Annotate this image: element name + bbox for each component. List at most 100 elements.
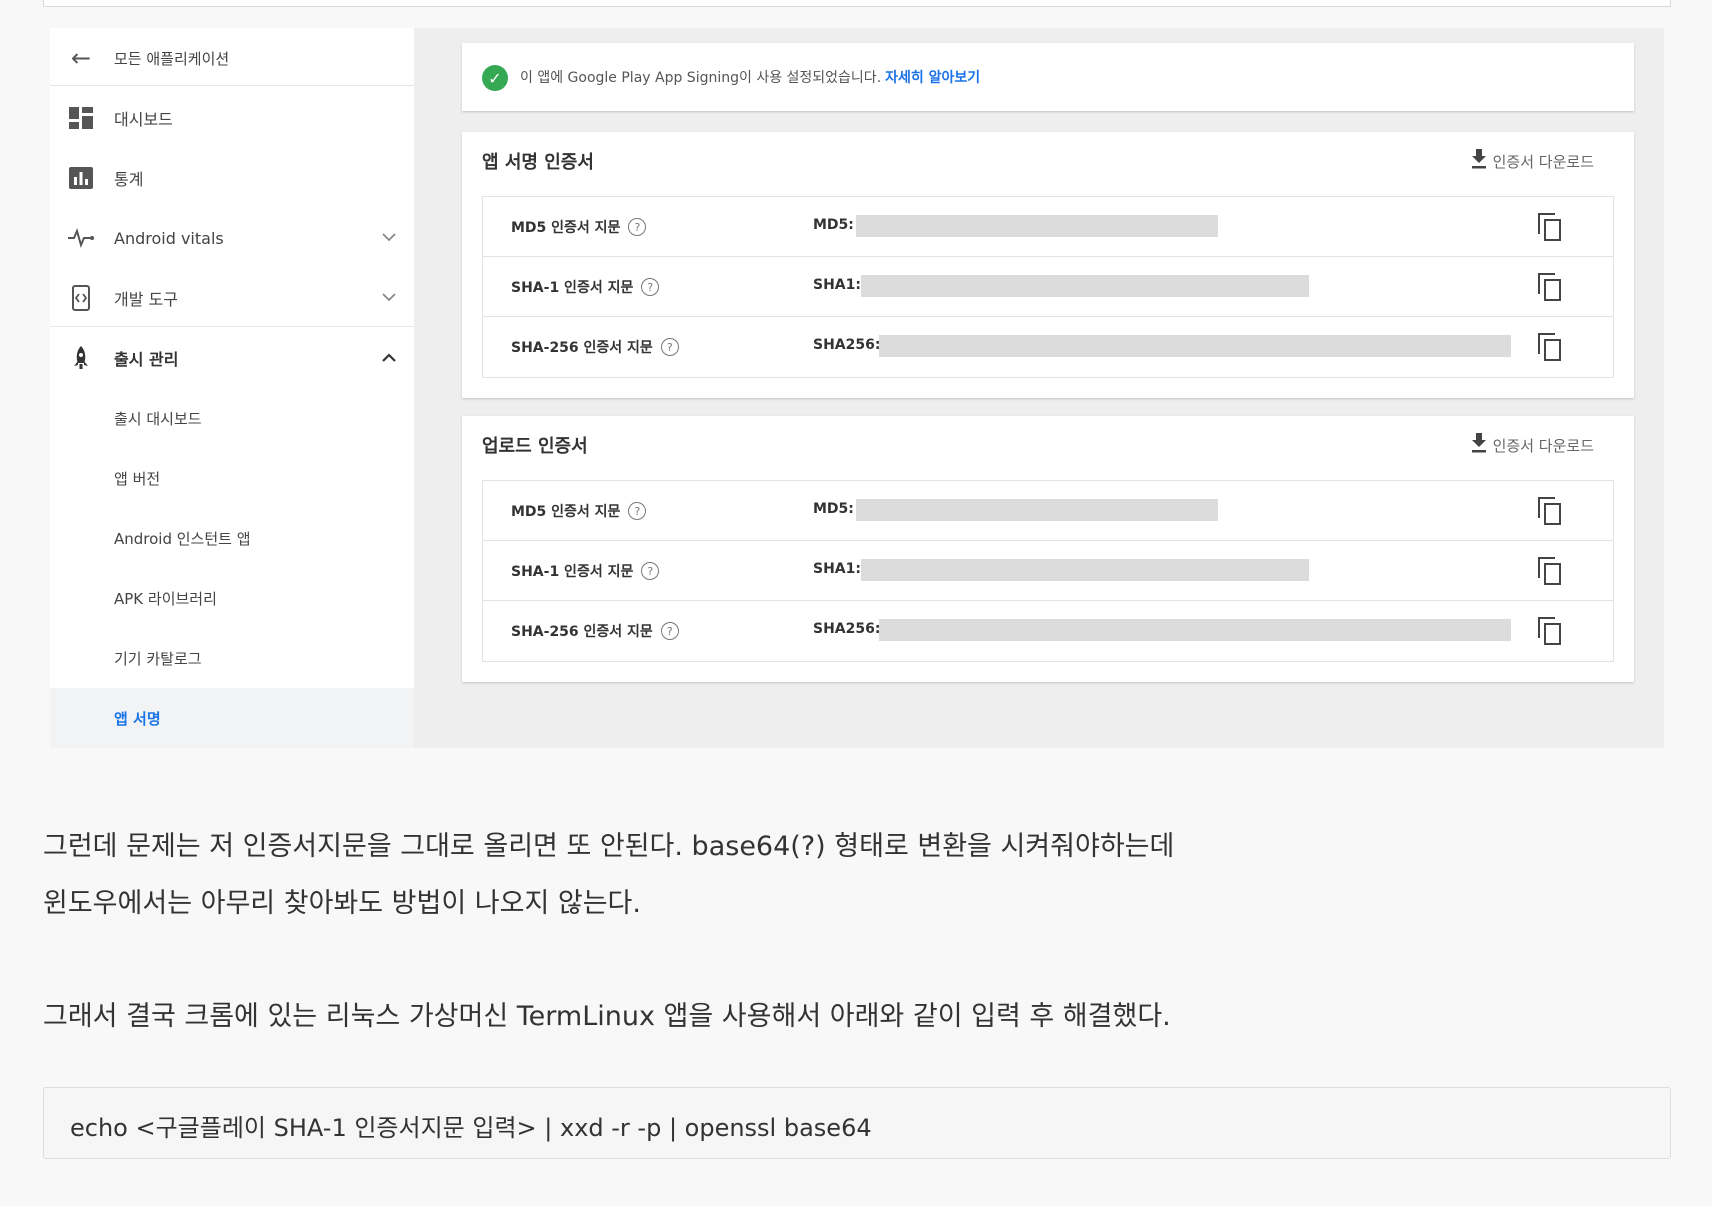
rocket-icon xyxy=(66,343,96,373)
download-cert-label: 인증서 다운로드 xyxy=(1492,437,1594,455)
article-paragraph-line: 그런데 문제는 저 인증서지문을 그대로 올리면 또 안된다. base64(?… xyxy=(43,831,1175,862)
help-icon[interactable]: ? xyxy=(660,622,679,640)
table-row: SHA-1 인증서 지문? SHA1: xyxy=(483,257,1613,317)
row-prefix: SHA1: xyxy=(813,561,861,577)
chevron-down-icon xyxy=(382,290,396,306)
main-content: ✓ 이 앱에 Google Play App Signing이 사용 설정되었습… xyxy=(422,28,1664,748)
row-label: SHA-256 인증서 지문? xyxy=(511,621,679,641)
notice-message: 이 앱에 Google Play App Signing이 사용 설정되었습니다… xyxy=(520,70,882,86)
table-row: SHA-256 인증서 지문? SHA256: xyxy=(483,601,1613,661)
article-paragraph-line: 윈도우에서는 아무리 찾아봐도 방법이 나오지 않는다. xyxy=(43,888,641,919)
row-label-text: SHA-1 인증서 지문 xyxy=(511,280,634,296)
sidebar-subitem-app-signing[interactable]: 앱 서명 xyxy=(50,688,414,748)
cert-fingerprint-table: MD5 인증서 지문? MD5: SHA-1 인증서 지문? SHA1: SHA… xyxy=(482,196,1614,378)
cert-fingerprint-table: MD5 인증서 지문? MD5: SHA-1 인증서 지문? SHA1: SHA… xyxy=(482,480,1614,662)
sidebar-subitem-label: 출시 대시보드 xyxy=(114,409,202,428)
download-cert-button[interactable]: 인증서 다운로드 xyxy=(1471,433,1594,458)
row-label-text: MD5 인증서 지문 xyxy=(511,504,621,520)
row-label-text: MD5 인증서 지문 xyxy=(511,220,621,236)
download-icon xyxy=(1471,433,1487,458)
sidebar-subitem-device-catalog[interactable]: 기기 카탈로그 xyxy=(50,628,414,688)
chevron-down-icon xyxy=(382,230,396,246)
sidebar-divider-bar xyxy=(414,28,422,748)
app-signing-cert-card: 앱 서명 인증서 인증서 다운로드 MD5 인증서 지문? MD5: SHA-1… xyxy=(462,132,1634,398)
row-label-text: SHA-1 인증서 지문 xyxy=(511,564,634,580)
sidebar-back-all-apps[interactable]: ← 모든 애플리케이션 xyxy=(50,28,414,88)
check-circle-icon: ✓ xyxy=(482,65,508,91)
sidebar-item-android-vitals[interactable]: Android vitals xyxy=(50,208,414,268)
redacted-value xyxy=(879,335,1511,357)
copy-icon[interactable] xyxy=(1538,617,1564,645)
chevron-up-icon xyxy=(382,350,396,366)
row-label-text: SHA-256 인증서 지문 xyxy=(511,624,653,640)
row-label: MD5 인증서 지문? xyxy=(511,501,647,521)
row-prefix: SHA1: xyxy=(813,277,861,293)
sidebar-subitem-apk-library[interactable]: APK 라이브러리 xyxy=(50,568,414,628)
sidebar-subitem-app-versions[interactable]: 앱 버전 xyxy=(50,448,414,508)
sidebar-item-release-management[interactable]: 출시 관리 xyxy=(50,328,414,388)
row-label: SHA-256 인증서 지문? xyxy=(511,337,679,357)
row-label: SHA-1 인증서 지문? xyxy=(511,561,660,581)
table-row: SHA-256 인증서 지문? SHA256: xyxy=(483,317,1613,377)
sidebar-item-dev-tools[interactable]: 개발 도구 xyxy=(50,268,414,328)
copy-icon[interactable] xyxy=(1538,213,1564,241)
card-title: 앱 서명 인증서 xyxy=(482,152,594,173)
copy-icon[interactable] xyxy=(1538,333,1564,361)
row-prefix: SHA256: xyxy=(813,621,881,637)
bar-chart-icon xyxy=(66,163,96,193)
code-command: echo <구글플레이 SHA-1 인증서지문 입력> | xxd -r -p … xyxy=(70,1114,872,1142)
help-icon[interactable]: ? xyxy=(641,278,660,296)
row-label: SHA-1 인증서 지문? xyxy=(511,277,660,297)
sidebar: ← 모든 애플리케이션 대시보드 통계 Android vitals 개발 도구… xyxy=(50,28,414,748)
sidebar-item-label: 대시보드 xyxy=(114,110,173,129)
redacted-value xyxy=(856,215,1218,237)
sidebar-item-label: 개발 도구 xyxy=(114,290,178,309)
card-title: 업로드 인증서 xyxy=(482,436,588,457)
copy-icon[interactable] xyxy=(1538,273,1564,301)
sidebar-divider xyxy=(50,85,414,86)
sidebar-item-statistics[interactable]: 통계 xyxy=(50,148,414,208)
sidebar-subitem-label: 기기 카탈로그 xyxy=(114,649,202,668)
redacted-value xyxy=(856,499,1218,521)
sidebar-subitem-instant-apps[interactable]: Android 인스턴트 앱 xyxy=(50,508,414,568)
row-prefix: MD5: xyxy=(813,501,854,517)
table-row: SHA-1 인증서 지문? SHA1: xyxy=(483,541,1613,601)
code-block: echo <구글플레이 SHA-1 인증서지문 입력> | xxd -r -p … xyxy=(43,1087,1671,1159)
sidebar-subitem-label: 앱 버전 xyxy=(114,469,161,488)
sidebar-subitem-label: Android 인스턴트 앱 xyxy=(114,529,251,548)
learn-more-link[interactable]: 자세히 알아보기 xyxy=(885,70,980,86)
sidebar-subitem-label: 앱 서명 xyxy=(114,709,161,728)
signing-enabled-notice: ✓ 이 앱에 Google Play App Signing이 사용 설정되었습… xyxy=(462,43,1634,111)
redacted-value xyxy=(861,275,1309,297)
dev-tools-icon xyxy=(66,283,96,313)
upload-cert-card: 업로드 인증서 인증서 다운로드 MD5 인증서 지문? MD5: SHA-1 … xyxy=(462,416,1634,682)
sidebar-back-label: 모든 애플리케이션 xyxy=(114,49,230,68)
article-top-frame xyxy=(43,0,1671,7)
help-icon[interactable]: ? xyxy=(641,562,660,580)
row-label: MD5 인증서 지문? xyxy=(511,217,647,237)
redacted-value xyxy=(879,619,1511,641)
redacted-value xyxy=(861,559,1309,581)
sidebar-item-label: 통계 xyxy=(114,170,144,189)
copy-icon[interactable] xyxy=(1538,557,1564,585)
help-icon[interactable]: ? xyxy=(628,502,647,520)
sidebar-item-dashboard[interactable]: 대시보드 xyxy=(50,88,414,148)
copy-icon[interactable] xyxy=(1538,497,1564,525)
article-paragraph: 그래서 결국 크롬에 있는 리눅스 가상머신 TermLinux 앱을 사용해서… xyxy=(43,1001,1171,1032)
help-icon[interactable]: ? xyxy=(628,218,647,236)
sidebar-subitem-label: APK 라이브러리 xyxy=(114,589,217,608)
row-prefix: MD5: xyxy=(813,217,854,233)
download-cert-label: 인증서 다운로드 xyxy=(1492,153,1594,171)
table-row: MD5 인증서 지문? MD5: xyxy=(483,481,1613,541)
row-label-text: SHA-256 인증서 지문 xyxy=(511,340,653,356)
dashboard-icon xyxy=(66,103,96,133)
sidebar-item-label: Android vitals xyxy=(114,228,224,248)
table-row: MD5 인증서 지문? MD5: xyxy=(483,197,1613,257)
row-prefix: SHA256: xyxy=(813,337,881,353)
sidebar-item-label: 출시 관리 xyxy=(114,350,179,369)
notice-text: 이 앱에 Google Play App Signing이 사용 설정되었습니다… xyxy=(520,67,980,87)
vitals-pulse-icon xyxy=(66,223,96,253)
sidebar-subitem-release-dashboard[interactable]: 출시 대시보드 xyxy=(50,388,414,448)
help-icon[interactable]: ? xyxy=(660,338,679,356)
download-cert-button[interactable]: 인증서 다운로드 xyxy=(1471,149,1594,174)
